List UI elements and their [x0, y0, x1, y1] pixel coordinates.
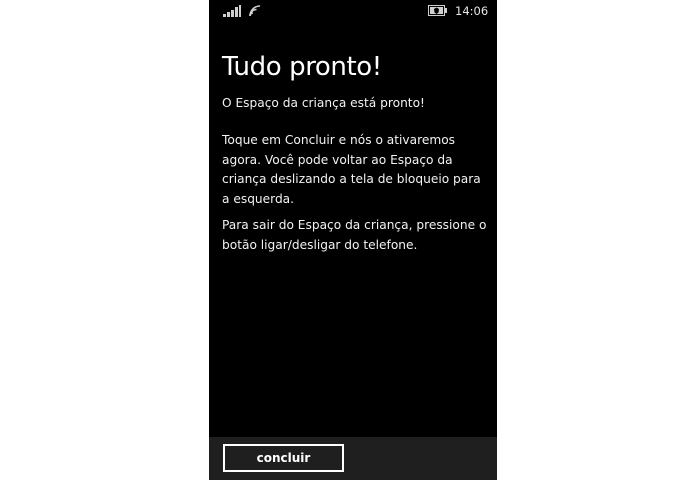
status-bar: 14:06: [209, 0, 497, 22]
battery-saver-icon: [428, 5, 447, 16]
cellular-signal-icon: [223, 5, 241, 17]
status-clock: 14:06: [455, 4, 489, 18]
wifi-icon: [249, 5, 261, 17]
app-bar: concluir: [209, 437, 497, 480]
ready-message: O Espaço da criança está pronto!: [222, 96, 425, 110]
instructions-text: Toque em Concluir e nós o ativaremos ago…: [222, 133, 481, 206]
exit-instructions-text: Para sair do Espaço da criança, pression…: [222, 218, 487, 252]
phone-screen: 14:06 Tudo pronto! O Espaço da criança e…: [209, 0, 497, 480]
page-title: Tudo pronto!: [222, 52, 382, 82]
done-button[interactable]: concluir: [223, 444, 344, 472]
